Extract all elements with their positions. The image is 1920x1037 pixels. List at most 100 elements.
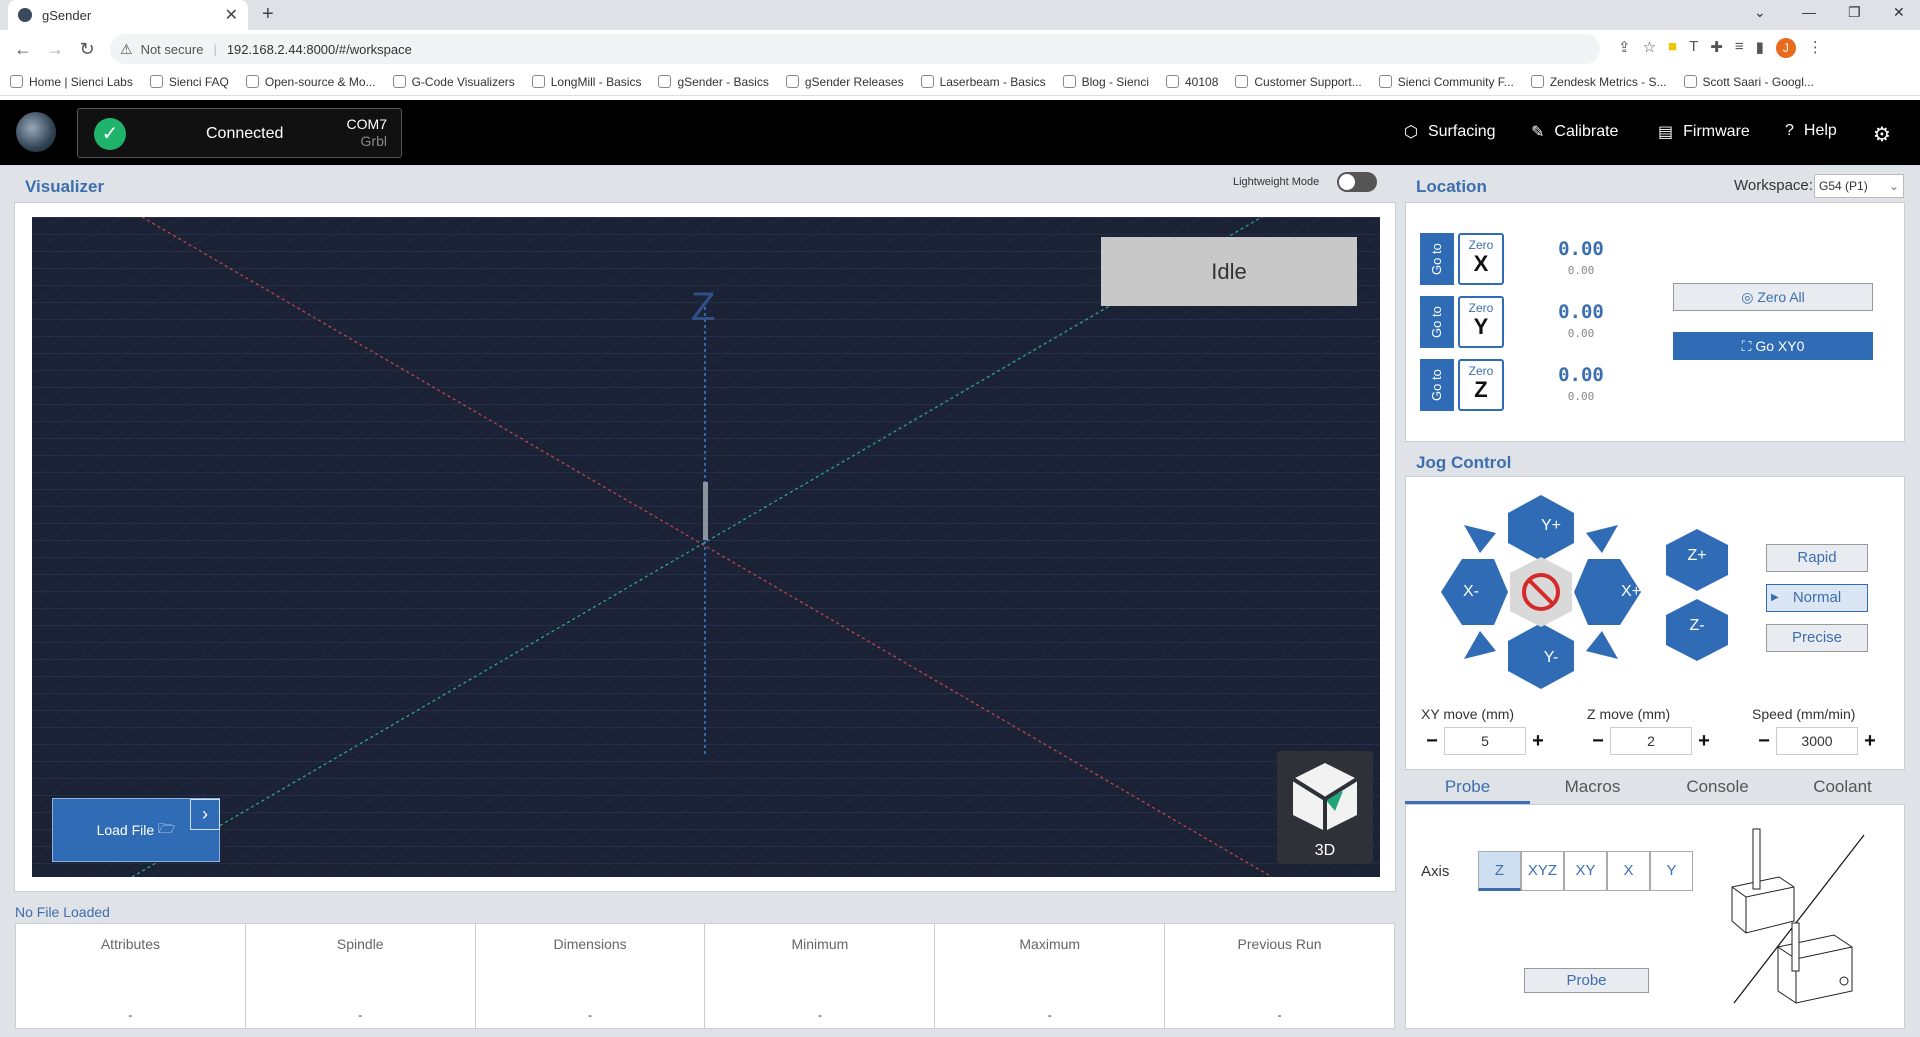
puzzle-icon[interactable]: ✚ xyxy=(1710,38,1723,58)
probe-axis-buttons: Z XYZ XY X Y xyxy=(1478,851,1693,891)
bookmark-label: Home | Sienci Labs xyxy=(29,74,133,89)
bookmark-item[interactable]: Blog - Sienci xyxy=(1062,75,1149,89)
file-stat-cell: Maximum - xyxy=(935,924,1166,1028)
view-cube-label: 3D xyxy=(1314,842,1336,859)
z-move-input[interactable]: 2 xyxy=(1610,727,1692,755)
url-field[interactable]: ⚠ Not secure | 192.168.2.44:8000/#/works… xyxy=(110,34,1600,64)
menu-kebab-icon[interactable]: ⋮ xyxy=(1808,38,1823,58)
bookmark-favicon-icon xyxy=(1683,75,1697,88)
probe-axis-x-button[interactable]: X xyxy=(1607,851,1650,891)
minus-icon[interactable]: − xyxy=(1752,730,1776,753)
firmware-button[interactable]: ▤ Firmware xyxy=(1658,122,1750,142)
probe-axis-xy-button[interactable]: XY xyxy=(1564,851,1607,891)
normal-mode-button[interactable]: ▶ Normal xyxy=(1766,584,1868,612)
connection-widget[interactable]: ✓ Connected COM7 Grbl xyxy=(77,108,402,158)
bookmark-item[interactable]: Zendesk Metrics - S... xyxy=(1530,75,1667,89)
plus-icon[interactable]: + xyxy=(1692,730,1716,753)
zero-y-button[interactable]: Zero Y xyxy=(1458,296,1504,348)
browser-tab[interactable]: gSender ✕ xyxy=(8,0,248,30)
bookmark-item[interactable]: gSender Releases xyxy=(785,75,904,89)
surfacing-button[interactable]: ⬡ Surfacing xyxy=(1404,122,1496,142)
bookmark-item[interactable]: Home | Sienci Labs xyxy=(10,75,133,89)
bookmark-item[interactable]: Open-source & Mo... xyxy=(245,75,376,89)
probe-button[interactable]: Probe xyxy=(1524,968,1649,993)
back-icon[interactable]: ← xyxy=(14,39,32,60)
file-stat-value: - xyxy=(128,1008,133,1022)
url-text: 192.168.2.44:8000/#/workspace xyxy=(226,41,412,57)
minus-icon[interactable]: − xyxy=(1420,730,1444,753)
bookmark-favicon-icon xyxy=(920,75,934,88)
precise-mode-button[interactable]: Precise xyxy=(1766,624,1868,652)
zero-x-button[interactable]: Zero X xyxy=(1458,233,1504,285)
bookmark-label: Customer Support... xyxy=(1254,74,1362,89)
reading-list-icon[interactable]: ≡ xyxy=(1735,38,1744,58)
tab-macros[interactable]: Macros xyxy=(1530,772,1655,804)
bookmark-star-icon[interactable]: ☆ xyxy=(1643,38,1656,58)
zero-z-button[interactable]: Zero Z xyxy=(1458,359,1504,411)
tab-console[interactable]: Console xyxy=(1655,772,1780,804)
jog-diagonal-se-button[interactable] xyxy=(1586,631,1618,659)
probe-axis-z-button[interactable]: Z xyxy=(1478,851,1521,891)
plus-icon[interactable]: + xyxy=(1526,730,1550,753)
workspace-select[interactable]: G54 (P1) ⌄ xyxy=(1814,174,1904,198)
speed-label: Speed (mm/min) xyxy=(1752,706,1856,722)
share-icon[interactable]: ⇪ xyxy=(1618,38,1631,58)
reload-icon[interactable]: ↻ xyxy=(78,39,96,60)
bookmark-item[interactable]: Sienci Community F... xyxy=(1378,75,1514,89)
bookmark-item[interactable]: LongMill - Basics xyxy=(531,75,641,89)
recent-files-arrow-button[interactable]: › xyxy=(190,799,220,830)
extension-icon[interactable]: ■ xyxy=(1668,38,1677,58)
tab-coolant[interactable]: Coolant xyxy=(1780,772,1905,804)
minus-icon[interactable]: − xyxy=(1586,730,1610,753)
calibrate-button[interactable]: ✎ Calibrate xyxy=(1531,122,1618,142)
file-stat-label: Dimensions xyxy=(553,936,627,952)
bookmark-item[interactable]: 40108 xyxy=(1166,75,1218,89)
help-button[interactable]: ? Help xyxy=(1785,122,1837,140)
bookmark-item[interactable]: Laserbeam - Basics xyxy=(920,75,1046,89)
close-tab-icon[interactable]: ✕ xyxy=(225,5,238,25)
extension-icon[interactable]: T xyxy=(1689,38,1698,58)
y-plus-label: Y+ xyxy=(1540,517,1561,534)
tool-marker xyxy=(703,482,708,540)
plus-icon[interactable]: + xyxy=(1858,730,1882,753)
gsender-favicon-icon xyxy=(18,8,32,22)
minimize-icon[interactable]: — xyxy=(1802,4,1816,20)
bookmark-label: G-Code Visualizers xyxy=(411,74,515,89)
normal-mode-label: Normal xyxy=(1792,589,1842,606)
goto-z-button[interactable]: Go to xyxy=(1420,359,1454,411)
jog-diagonal-ne-button[interactable] xyxy=(1586,525,1618,553)
jog-diagonal-nw-button[interactable] xyxy=(1464,525,1496,553)
rapid-mode-button[interactable]: Rapid xyxy=(1766,544,1868,572)
zero-all-button[interactable]: ◎ Zero All xyxy=(1673,283,1873,311)
xy-move-input[interactable]: 5 xyxy=(1444,727,1526,755)
surfacing-icon: ⬡ xyxy=(1404,124,1418,141)
tab-probe[interactable]: Probe xyxy=(1405,772,1530,804)
zero-label: Zero xyxy=(1468,301,1494,315)
probe-axis-y-button[interactable]: Y xyxy=(1650,851,1693,891)
lightweight-mode-toggle[interactable] xyxy=(1337,172,1377,192)
z-move-stepper: −2 + xyxy=(1586,727,1716,755)
view-cube-button[interactable]: 3D xyxy=(1277,751,1373,864)
bookmark-item[interactable]: gSender - Basics xyxy=(658,75,769,89)
visualizer-canvas[interactable]: Z Idle Load File 🗁 › 3D xyxy=(32,217,1380,877)
forward-icon[interactable]: → xyxy=(46,39,64,60)
bookmark-item[interactable]: Customer Support... xyxy=(1235,74,1362,89)
goto-x-button[interactable]: Go to xyxy=(1420,233,1454,285)
probe-axis-xyz-button[interactable]: XYZ xyxy=(1521,851,1564,891)
jog-diagonal-sw-button[interactable] xyxy=(1464,631,1496,659)
go-xy0-button[interactable]: ⛶ Go XY0 xyxy=(1673,332,1873,360)
profile-avatar[interactable]: J xyxy=(1775,38,1796,58)
tab-search-icon[interactable]: ⌄ xyxy=(1754,4,1766,21)
goto-y-button[interactable]: Go to xyxy=(1420,296,1454,348)
speed-input[interactable]: 3000 xyxy=(1776,727,1858,755)
close-window-icon[interactable]: ✕ xyxy=(1893,4,1905,21)
maximize-icon[interactable]: ❐ xyxy=(1848,4,1861,21)
bookmark-item[interactable]: G-Code Visualizers xyxy=(392,74,515,89)
file-stat-cell: Attributes - xyxy=(16,924,246,1028)
sidepanel-icon[interactable]: ▮ xyxy=(1756,38,1764,58)
settings-gear-icon[interactable]: ⚙ xyxy=(1873,122,1891,147)
y-machine-position: 0.00 xyxy=(1567,327,1595,340)
new-tab-icon[interactable]: + xyxy=(262,3,274,26)
bookmark-item[interactable]: Scott Saari - Googl... xyxy=(1683,75,1814,89)
bookmark-item[interactable]: Sienci FAQ xyxy=(149,75,229,89)
